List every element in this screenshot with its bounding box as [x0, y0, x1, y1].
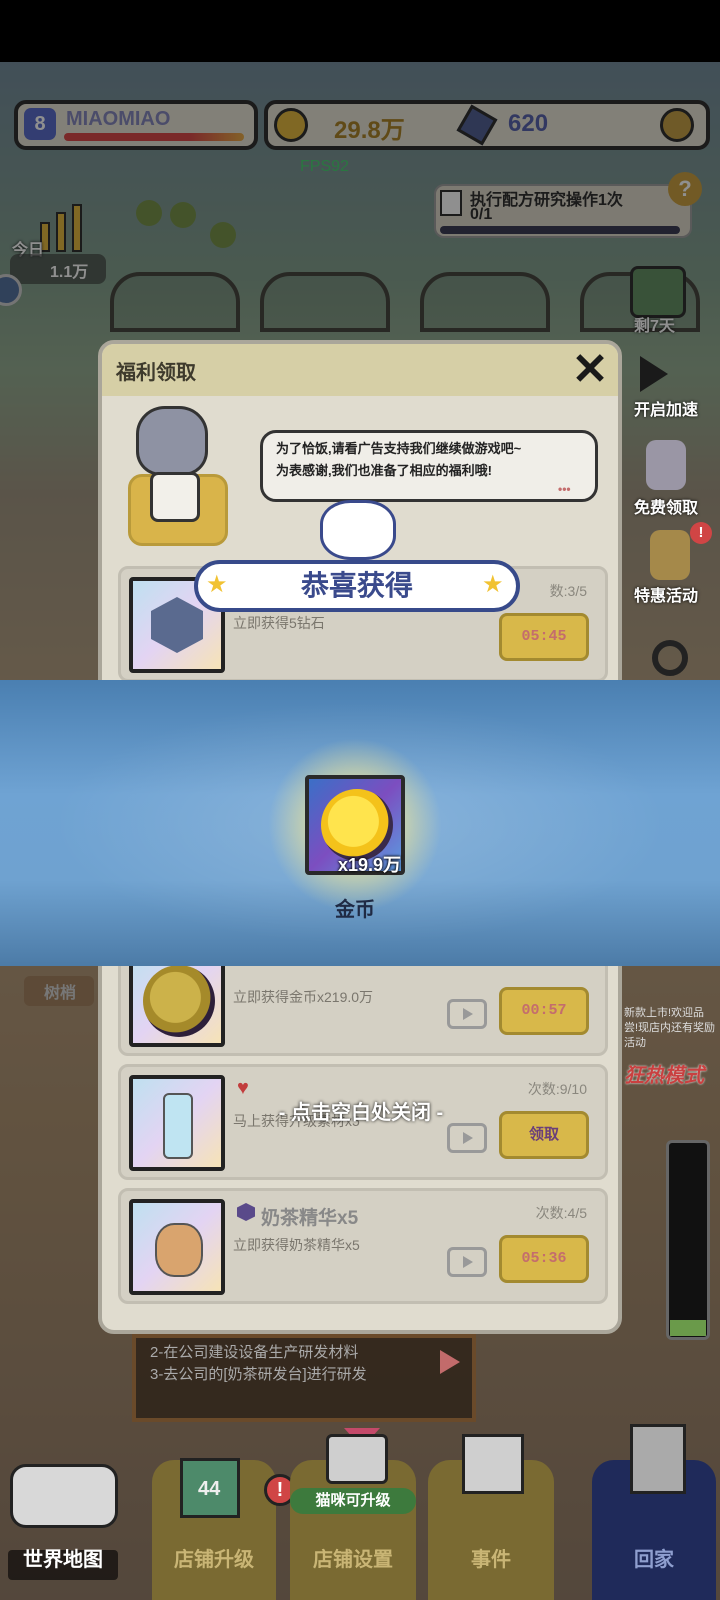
ad-tv-icon	[447, 1123, 487, 1153]
special-event-label[interactable]: 特惠活动	[634, 582, 698, 606]
row-count: 次数:4/5	[535, 1205, 587, 1221]
nav-go-home[interactable]: 回家	[592, 1543, 716, 1572]
guide-next-icon[interactable]	[440, 1350, 460, 1374]
shop-upgrade-count: 44	[198, 1478, 221, 1500]
congrats-text: 恭喜获得	[300, 570, 413, 601]
jar-icon	[155, 1223, 203, 1277]
speed-up-label[interactable]: 开启加速	[634, 396, 698, 420]
speech-line1: 为了恰饭,请看广告支持我们继续做游戏吧~	[276, 441, 522, 456]
ad-tv-icon	[447, 999, 487, 1029]
craze-mode-meter-fill	[670, 1320, 706, 1336]
heart-icon: ♥	[237, 1077, 249, 1099]
star-icon: ★	[482, 570, 504, 598]
play-speed-icon[interactable]	[640, 356, 668, 392]
essence-gem-icon	[237, 1203, 255, 1221]
row-count: 次数:9/10	[527, 1081, 587, 1097]
gold-coin-icon	[143, 965, 215, 1037]
reward-amount: x19.9万	[337, 855, 401, 875]
reward-row-essence: 奶茶精华x5 立即获得奶茶精华x5 次数:4/5 05:36	[118, 1188, 608, 1304]
cat-upgrade-badge: 猫咪可升级	[290, 1488, 416, 1514]
monitor-icon	[326, 1434, 388, 1484]
nav-shop-settings[interactable]: 店铺设置	[290, 1543, 416, 1572]
shop-sign-text: 树梢	[44, 985, 77, 1002]
ring-icon[interactable]	[652, 640, 688, 676]
craze-mode-label[interactable]: 狂热模式	[624, 1064, 716, 1088]
calendar-icon	[462, 1434, 524, 1494]
white-cat-icon	[320, 500, 396, 560]
claim-button[interactable]: 领取	[499, 1111, 589, 1159]
nav-world-map[interactable]: 世界地图	[8, 1543, 118, 1572]
alert-badge-icon: !	[690, 522, 712, 544]
diamond-icon	[151, 597, 203, 653]
nav-events[interactable]: 事件	[428, 1543, 554, 1572]
jar-thumb	[129, 1199, 225, 1295]
car-icon	[10, 1464, 118, 1528]
reward-name: 金币	[335, 899, 375, 921]
free-claim-cat-icon[interactable]	[646, 440, 686, 490]
guide-line3: 3-去公司的[奶茶研发台]进行研发	[150, 1366, 367, 1383]
reward-item-card: x19.9万	[305, 775, 405, 875]
bottle-icon	[163, 1093, 193, 1159]
bottle-thumb	[129, 1075, 225, 1171]
cooldown-button[interactable]: 05:45	[499, 613, 589, 661]
craze-mode-meter	[666, 1140, 710, 1340]
free-claim-label[interactable]: 免费领取	[634, 494, 698, 518]
star-icon: ★	[206, 570, 228, 598]
special-event-cat-icon[interactable]	[650, 530, 690, 580]
speech-more: •••	[558, 482, 571, 496]
row-count: 数:3/5	[549, 583, 587, 599]
bottom-nav: 世界地图 44 ! 店铺升级 猫咪可升级 店铺设置 事件 回家	[0, 1424, 720, 1600]
guide-line2: 2-在公司建设设备生产研发材料	[150, 1344, 359, 1361]
row-desc: 立即获得奶茶精华x5	[233, 1237, 360, 1253]
row-desc: 立即获得5钻石	[233, 615, 325, 631]
building-icon	[630, 1424, 686, 1494]
new-listing-text: 新款上市!欢迎品尝!现店内还有奖励活动	[624, 1007, 716, 1049]
row-desc: 立即获得金币x219.0万	[233, 989, 374, 1005]
row-title: 奶茶精华x5	[261, 1208, 359, 1229]
speech-line2: 为表感谢,我们也准备了相应的福利哦!	[276, 463, 492, 478]
status-bar	[0, 0, 720, 62]
cooldown-button[interactable]: 05:36	[499, 1235, 589, 1283]
cooldown-button[interactable]: 00:57	[499, 987, 589, 1035]
close-hint: - 点击空白处关闭 -	[278, 1102, 444, 1124]
modal-title: 福利领取	[116, 362, 196, 384]
congrats-banner: 恭喜获得	[194, 560, 520, 612]
cat-mascot	[136, 406, 208, 476]
close-icon[interactable]: ✕	[568, 348, 612, 392]
ad-tv-icon	[447, 1247, 487, 1277]
nav-shop-upgrade[interactable]: 店铺升级	[152, 1543, 276, 1572]
cat-body	[150, 472, 200, 522]
